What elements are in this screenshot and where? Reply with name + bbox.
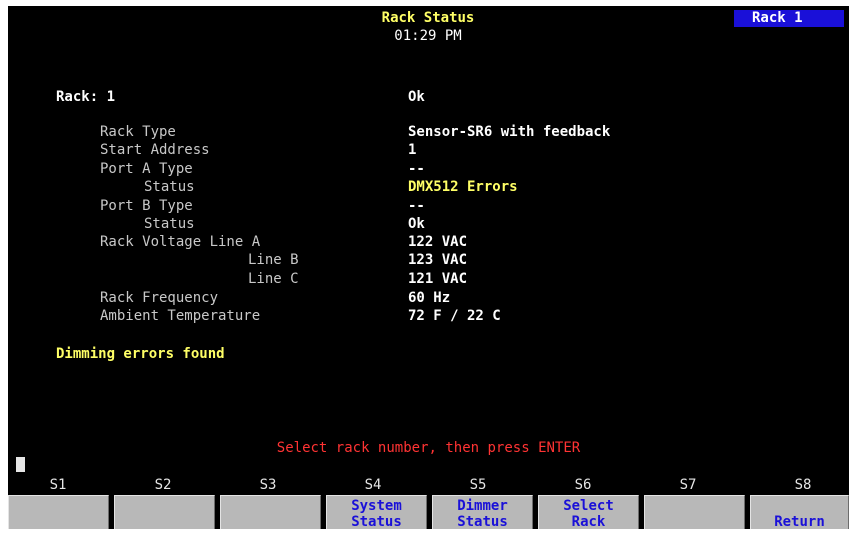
softkey-label-s3: S3 [259, 477, 277, 493]
softkey-label-s5: S5 [469, 477, 487, 493]
softkey-label-s1: S1 [49, 477, 67, 493]
command-prompt: Select rack number, then press ENTER [276, 440, 581, 456]
command-line-cursor[interactable] [16, 457, 25, 472]
system-status-line2: Status [351, 514, 402, 529]
console-display: Rack Status 01:29 PM Rack 1 Rack: 1 Ok R… [8, 6, 849, 529]
softkey-label-s8: S8 [794, 477, 812, 493]
value-port-b-status: Ok [408, 216, 425, 232]
screen: Rack Status 01:29 PM Rack 1 Rack: 1 Ok R… [0, 0, 859, 544]
softkey-label-s7: S7 [679, 477, 697, 493]
label-start-address: Start Address [100, 142, 210, 158]
label-voltage-line-c: Line C [248, 271, 299, 287]
error-message: Dimming errors found [56, 346, 225, 362]
rack-number-label: Rack: 1 [56, 89, 116, 105]
dimmer-status-line1: Dimmer [457, 498, 508, 514]
value-voltage-line-b: 123 VAC [408, 252, 468, 268]
softkey-label-s4: S4 [364, 477, 382, 493]
select-rack-button[interactable]: Select Rack [538, 495, 639, 529]
label-port-b-status: Status [144, 216, 195, 232]
value-port-a-type: -- [408, 161, 425, 177]
softkey-s7-button[interactable] [644, 495, 745, 529]
value-voltage-line-c: 121 VAC [408, 271, 468, 287]
softkey-label-s6: S6 [574, 477, 592, 493]
label-rack-type: Rack Type [100, 124, 176, 140]
label-voltage-line-a: Rack Voltage Line A [100, 234, 261, 250]
select-rack-line2: Rack [571, 514, 606, 529]
value-port-a-status: DMX512 Errors [408, 179, 518, 195]
softkey-s2-button[interactable] [114, 495, 215, 529]
page-title: Rack Status [381, 10, 475, 26]
value-ambient-temperature: 72 F / 22 C [408, 308, 501, 324]
clock: 01:29 PM [394, 28, 462, 44]
system-status-line1: System [351, 498, 402, 514]
system-status-button[interactable]: System Status [326, 495, 427, 529]
label-voltage-line-b: Line B [248, 252, 299, 268]
value-port-b-type: -- [408, 198, 425, 214]
value-start-address: 1 [408, 142, 417, 158]
dimmer-status-button[interactable]: Dimmer Status [432, 495, 533, 529]
rack-indicator: Rack 1 [734, 10, 844, 27]
value-voltage-line-a: 122 VAC [408, 234, 468, 250]
softkey-s1-button[interactable] [8, 495, 109, 529]
softkey-label-s2: S2 [154, 477, 172, 493]
value-rack-type: Sensor-SR6 with feedback [408, 124, 611, 140]
label-ambient-temperature: Ambient Temperature [100, 308, 261, 324]
label-port-b-type: Port B Type [100, 198, 193, 214]
return-button[interactable]: Return [750, 495, 849, 529]
select-rack-line1: Select [563, 498, 614, 514]
label-port-a-status: Status [144, 179, 195, 195]
label-port-a-type: Port A Type [100, 161, 193, 177]
softkey-s3-button[interactable] [220, 495, 321, 529]
return-line2: Return [774, 514, 825, 529]
label-rack-frequency: Rack Frequency [100, 290, 219, 306]
rack-status-value: Ok [408, 89, 425, 105]
value-rack-frequency: 60 Hz [408, 290, 451, 306]
dimmer-status-line2: Status [457, 514, 508, 529]
